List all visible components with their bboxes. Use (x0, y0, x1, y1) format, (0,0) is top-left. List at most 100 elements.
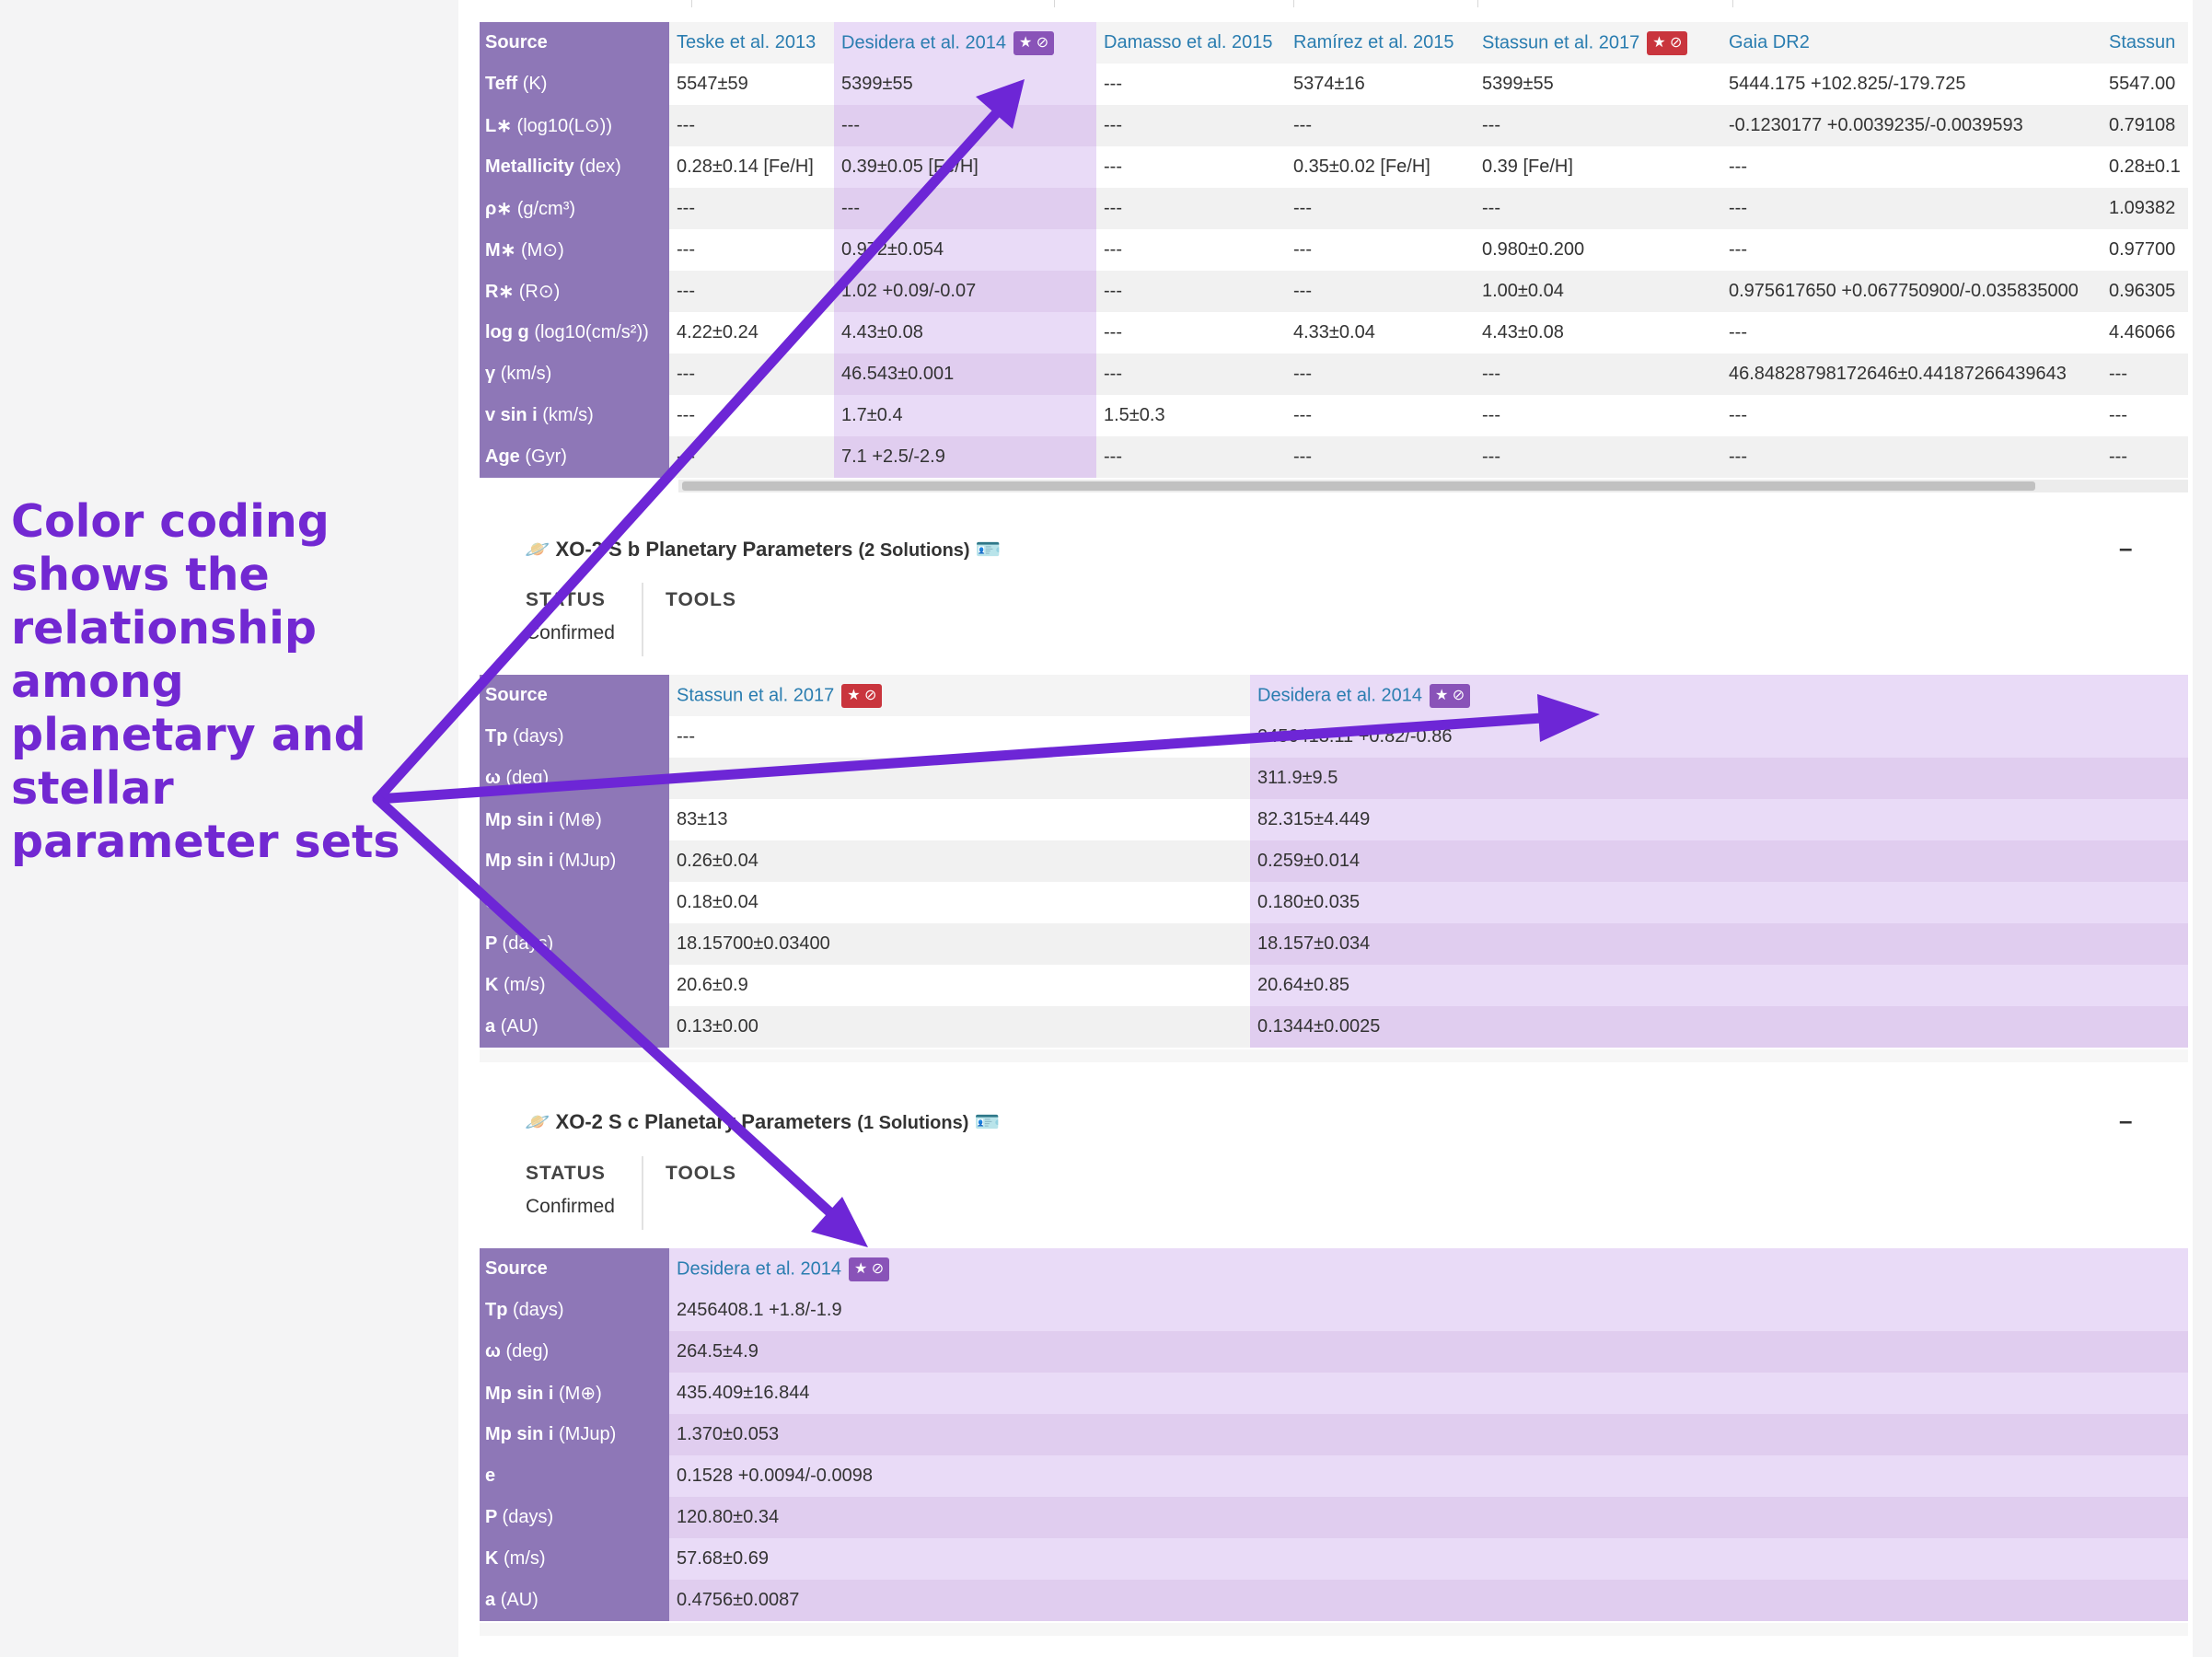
header-tick (1054, 0, 1055, 7)
source-link[interactable]: Teske et al. 2013 (677, 32, 816, 52)
parameter-value: 5547.00 (2102, 64, 2188, 105)
parameter-name: K (485, 1548, 499, 1569)
parameter-value: 311.9±9.5 (1250, 758, 2188, 799)
planet-b-title: 🪐 XO-2 S b Planetary Parameters (2 Solut… (525, 538, 1002, 561)
table-row: Age (Gyr) --- 7.1 +2.5/-2.9 --- --- --- --- --- (480, 436, 2188, 478)
table-row: Mp sin i (MJup) 1.370±0.053 (480, 1414, 2188, 1455)
id-card-icon[interactable]: 🪪 (976, 538, 1001, 561)
source-badge[interactable]: ★ ⊘ (849, 1257, 890, 1281)
parameter-value: --- (1096, 146, 1286, 188)
source-link[interactable]: Desidera et al. 2014 (841, 32, 1006, 52)
parameter-label: P (days) (480, 923, 669, 965)
parameter-value: --- (1475, 105, 1721, 146)
parameter-value: 0.980±0.200 (1475, 229, 1721, 271)
parameter-value: 0.28±0.1 (2102, 146, 2188, 188)
planet-b-status-value: Confirmed (526, 622, 615, 643)
planet-c-collapse-button[interactable]: – (2119, 1107, 2132, 1135)
planet-b-collapse-button[interactable]: – (2119, 534, 2132, 562)
parameter-value: 264.5±4.9 (669, 1331, 2188, 1373)
parameter-value: --- (1475, 353, 1721, 395)
source-link[interactable]: Gaia DR2 (1729, 32, 1810, 52)
parameter-value: --- (669, 353, 834, 395)
table-row: L∗ (log10(L⊙)) --- --- --- --- --- -0.1230177 … (480, 105, 2188, 146)
table-row: Tp (days) 2456408.1 +1.8/-1.9 (480, 1290, 2188, 1331)
source-badge[interactable]: ★ ⊘ (1647, 30, 1688, 55)
planet-c-status-value: Confirmed (526, 1196, 615, 1217)
link-icon: ⊘ (1032, 34, 1049, 51)
parameter-value: 0.972±0.054 (834, 229, 1096, 271)
parameter-unit: (R⊙) (518, 282, 561, 302)
link-icon: ⊘ (1448, 687, 1465, 703)
source-column-header: Desidera et al. 2014 ★ ⊘ (1250, 675, 2188, 716)
parameter-value: 0.18±0.04 (669, 882, 1250, 923)
scrollbar-thumb[interactable] (682, 481, 2035, 491)
source-link[interactable]: Stassun et al. 2017 (1482, 32, 1639, 52)
parameter-name: M∗ (485, 240, 516, 261)
parameter-value: 5399±55 (1475, 64, 1721, 105)
table-row: P (days) 18.15700±0.03400 18.157±0.034 (480, 923, 2188, 965)
source-badge[interactable]: ★ ⊘ (841, 683, 883, 708)
table-row: Teff (K) 5547±59 5399±55 --- 5374±16 5399±55 5… (480, 64, 2188, 105)
parameter-name: a (485, 1016, 496, 1037)
parameter-unit: (AU) (500, 1590, 539, 1610)
parameter-label: L∗ (log10(L⊙)) (480, 105, 669, 146)
parameter-value: 5374±16 (1286, 64, 1475, 105)
source-header-label: Source (480, 22, 669, 64)
stellar-table-scrollbar[interactable] (678, 480, 2188, 492)
id-card-icon[interactable]: 🪪 (975, 1110, 1000, 1133)
parameter-name: Mp sin i (485, 1424, 554, 1444)
parameter-value: --- (669, 105, 834, 146)
source-badge[interactable]: ★ ⊘ (1430, 683, 1471, 708)
source-column-header: Damasso et al. 2015 (1096, 22, 1286, 64)
parameter-value: --- (1096, 312, 1286, 353)
parameter-label: v sin i (km/s) (480, 395, 669, 436)
planet-c-status-label: STATUS (526, 1163, 606, 1184)
source-column-header: Stassun et al. 2017 ★ ⊘ (669, 675, 1250, 716)
parameter-value: --- (1286, 271, 1475, 312)
parameter-name: v sin i (485, 405, 538, 425)
parameter-value: --- (1096, 436, 1286, 478)
source-link[interactable]: Damasso et al. 2015 (1104, 32, 1272, 52)
planet-b-tools-label[interactable]: TOOLS (666, 589, 736, 611)
parameter-name: P (485, 933, 497, 954)
parameter-label: M∗ (M⊙) (480, 229, 669, 271)
parameter-value: --- (1475, 395, 1721, 436)
source-link[interactable]: Stassun (2109, 32, 2175, 52)
parameter-value: 18.157±0.034 (1250, 923, 2188, 965)
parameter-value: -0.1230177 +0.0039235/-0.0039593 (1721, 105, 2102, 146)
parameter-unit: (deg) (505, 1341, 550, 1362)
planet-b-status-label: STATUS (526, 589, 606, 610)
parameter-value: 46.84828798172646±0.44187266439643 (1721, 353, 2102, 395)
planet-b-scrollbar[interactable] (480, 1049, 2188, 1062)
planet-c-scrollbar[interactable] (480, 1623, 2188, 1636)
parameter-value: 46.543±0.001 (834, 353, 1096, 395)
parameter-name: e (485, 892, 496, 912)
parameter-value: --- (1096, 271, 1286, 312)
parameter-label: Mp sin i (MJup) (480, 1414, 669, 1455)
table-row: a (AU) 0.4756±0.0087 (480, 1580, 2188, 1621)
source-link[interactable]: Stassun et al. 2017 (677, 685, 834, 705)
planet-b-table: Source Stassun et al. 2017 ★ ⊘ Desidera et … (480, 675, 2188, 1048)
source-link[interactable]: Ramírez et al. 2015 (1293, 32, 1454, 52)
source-link[interactable]: Desidera et al. 2014 (677, 1258, 841, 1279)
source-link[interactable]: Desidera et al. 2014 (1257, 685, 1422, 705)
planet-c-tools-label[interactable]: TOOLS (666, 1163, 736, 1185)
parameter-value: --- (1721, 188, 2102, 229)
table-row: Mp sin i (M⊕) 435.409±16.844 (480, 1373, 2188, 1414)
planet-c-table: Source Desidera et al. 2014 ★ ⊘ Tp (days) 24… (480, 1248, 2188, 1621)
source-column-header: Stassun et al. 2017 ★ ⊘ (1475, 22, 1721, 64)
source-badge[interactable]: ★ ⊘ (1013, 30, 1055, 55)
table-row: P (days) 120.80±0.34 (480, 1497, 2188, 1538)
default-star-icon: ★ (847, 687, 861, 703)
parameter-unit: (M⊙) (520, 240, 564, 261)
parameter-value: 2456408.1 +1.8/-1.9 (669, 1290, 2188, 1331)
parameter-value: --- (669, 716, 1250, 758)
parameter-value: 1.02 +0.09/-0.07 (834, 271, 1096, 312)
parameter-name: γ (485, 364, 496, 384)
table-row: Metallicity (dex) 0.28±0.14 [Fe/H] 0.39±0.… (480, 146, 2188, 188)
parameter-name: Teff (485, 74, 518, 94)
parameter-value: 1.5±0.3 (1096, 395, 1286, 436)
source-column-header: Desidera et al. 2014 ★ ⊘ (669, 1248, 2188, 1290)
parameter-value: --- (1721, 229, 2102, 271)
parameter-label: a (AU) (480, 1580, 669, 1621)
